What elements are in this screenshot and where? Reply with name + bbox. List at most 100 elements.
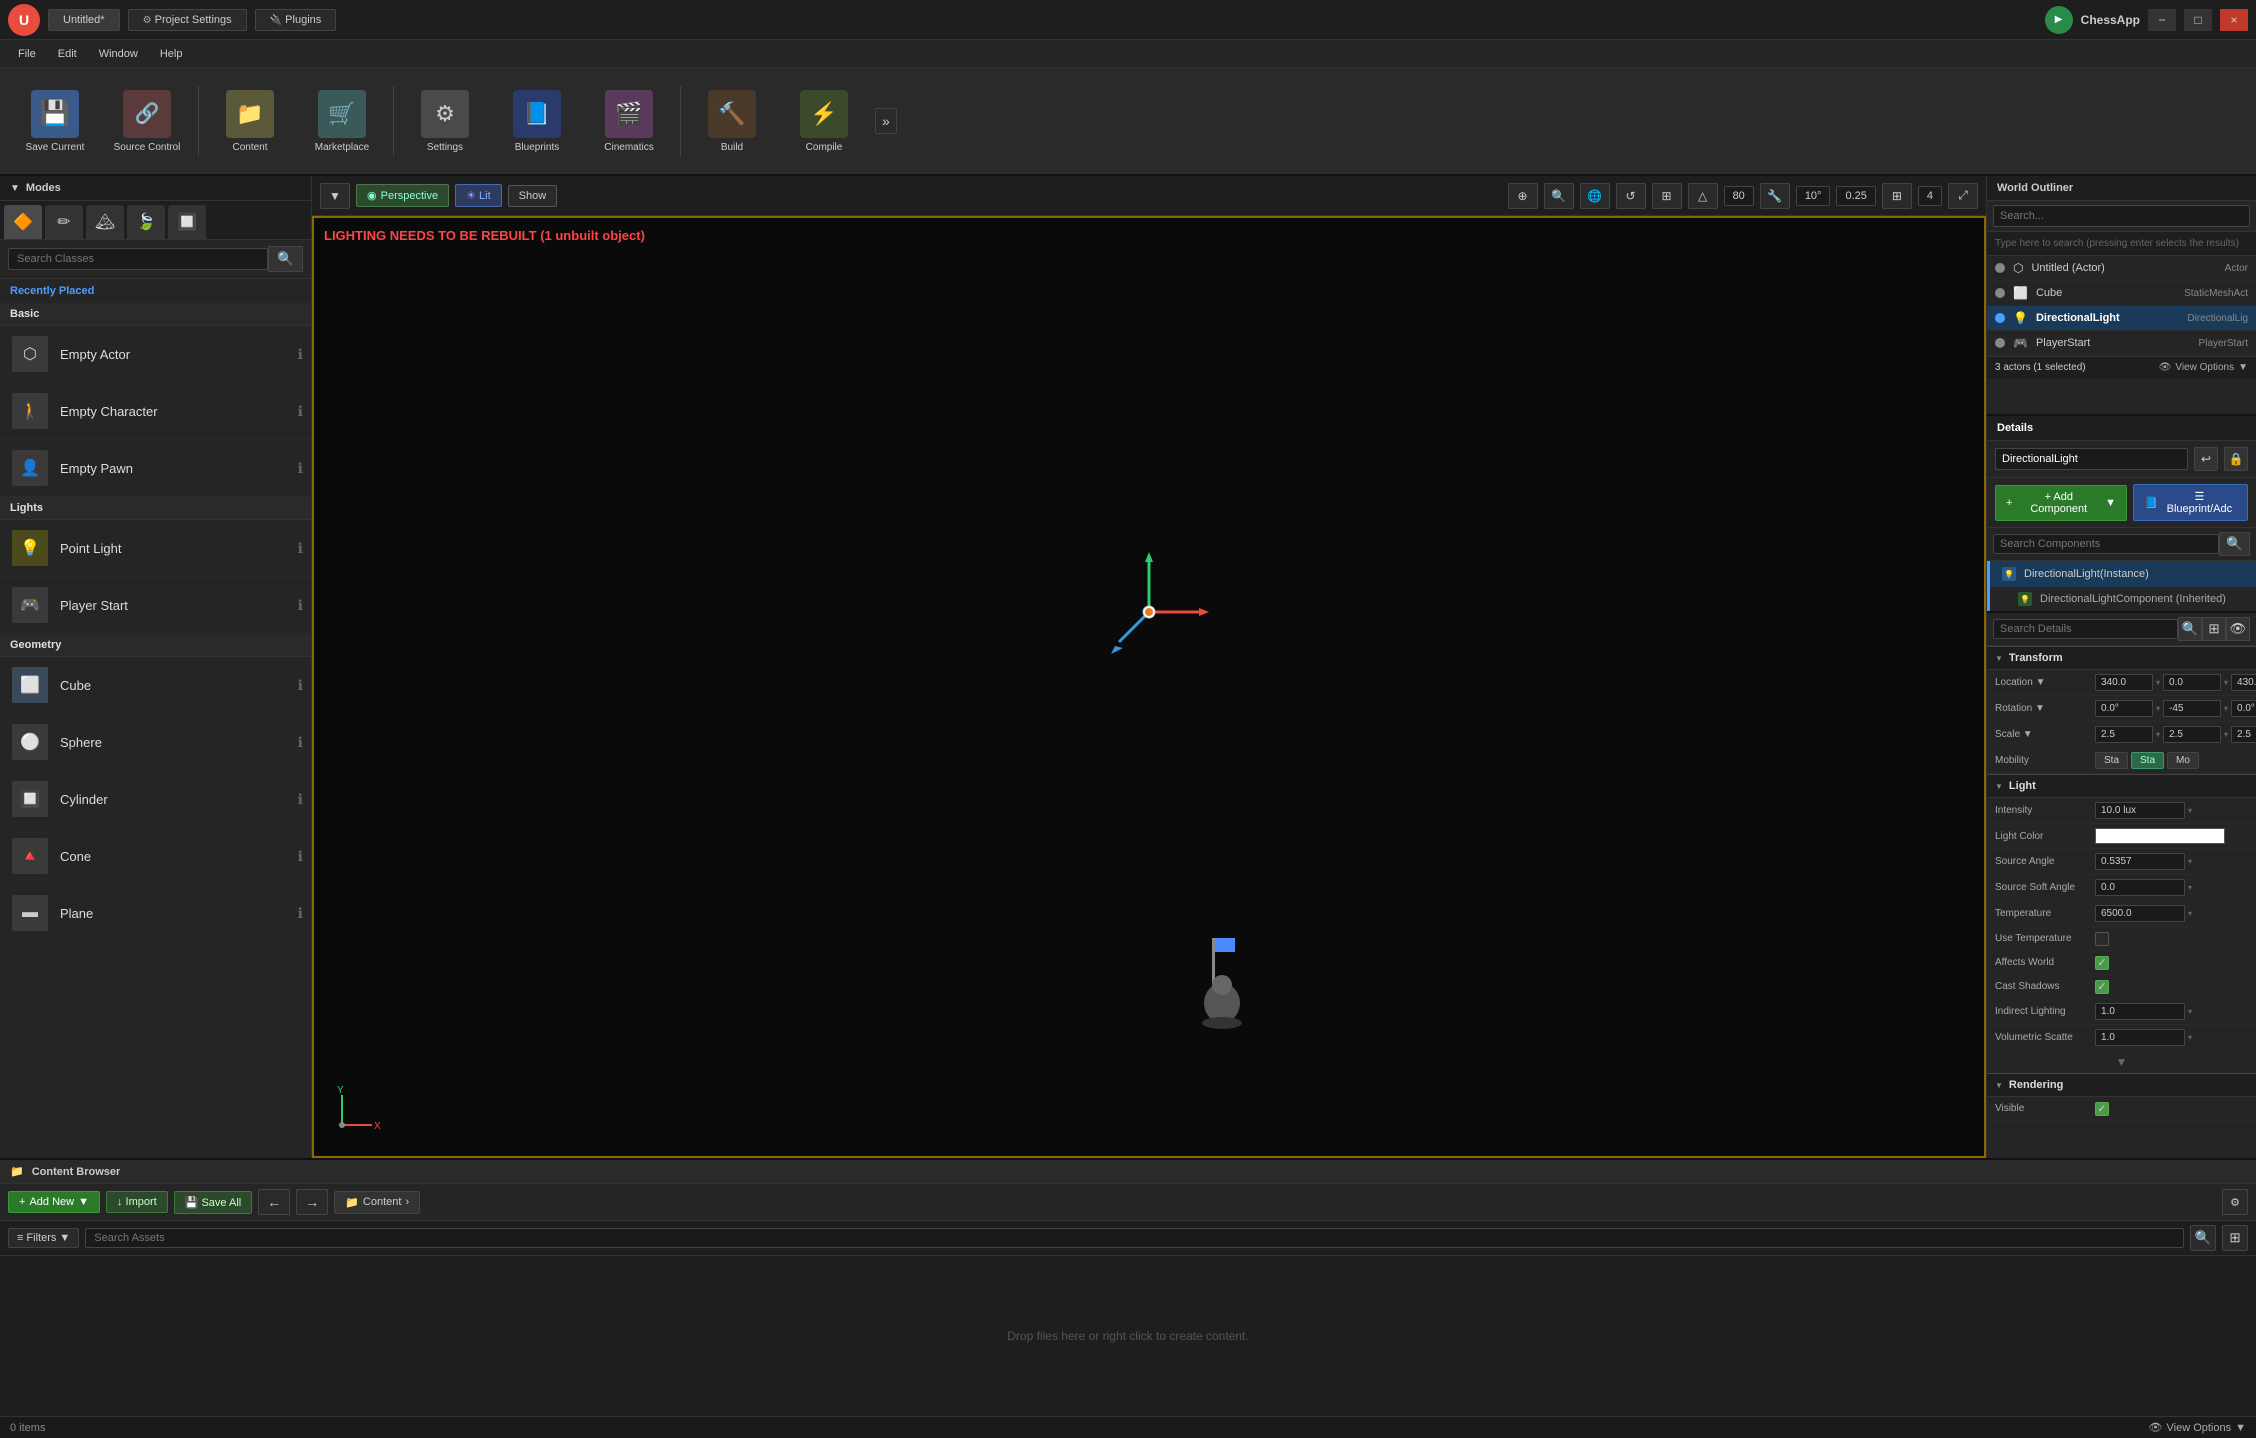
vp-icon-2[interactable]: 🔍	[1544, 183, 1574, 209]
mobility-static-button[interactable]: Sta	[2095, 752, 2128, 769]
build-button[interactable]: 🔨 Build	[687, 76, 777, 166]
content-button[interactable]: 📁 Content	[205, 76, 295, 166]
maximize-button[interactable]: □	[2184, 9, 2212, 31]
search-components-button[interactable]: 🔍	[2219, 532, 2250, 556]
menu-help[interactable]: Help	[150, 44, 193, 64]
cinematics-button[interactable]: 🎬 Cinematics	[584, 76, 674, 166]
more-toolbar-button[interactable]: »	[875, 108, 897, 134]
tab-plugins[interactable]: 🔌 Plugins	[255, 9, 337, 31]
scale-y-input[interactable]	[2163, 726, 2221, 743]
filters-button[interactable]: ≡ Filters ▼	[8, 1228, 79, 1248]
compile-button[interactable]: ⚡ Compile	[779, 76, 869, 166]
scale-z-input[interactable]	[2231, 726, 2256, 743]
search-components-input[interactable]	[1993, 534, 2219, 554]
nav-back-button[interactable]: ←	[258, 1189, 290, 1215]
viewport-canvas[interactable]: LIGHTING NEEDS TO BE REBUILT (1 unbuilt …	[312, 216, 1986, 1158]
mobility-stationary-button[interactable]: Sta	[2131, 752, 2164, 769]
list-item[interactable]: ⬜ Cube ℹ	[0, 657, 311, 714]
list-item[interactable]: 👤 Empty Pawn ℹ	[0, 440, 311, 497]
outliner-item-directional-light[interactable]: 💡 DirectionalLight DirectionalLig	[1987, 306, 2256, 331]
viewport-maximize-button[interactable]: ⤢	[1948, 183, 1978, 209]
add-component-button[interactable]: + + Add Component ▼	[1995, 485, 2127, 521]
vp-icon-5[interactable]: ⊞	[1652, 183, 1682, 209]
list-item[interactable]: ▬ Plane ℹ	[0, 885, 311, 942]
details-eye-button[interactable]: 👁	[2226, 617, 2250, 641]
rendering-section-header[interactable]: ▼ Rendering	[1987, 1073, 2256, 1097]
location-x-input[interactable]	[2095, 674, 2153, 691]
tab-untitled[interactable]: Untitled*	[48, 9, 120, 31]
menu-window[interactable]: Window	[89, 44, 148, 64]
search-assets-input[interactable]	[85, 1228, 2184, 1248]
nav-forward-button[interactable]: →	[296, 1189, 328, 1215]
outliner-search-input[interactable]	[1993, 205, 2250, 227]
visible-checkbox[interactable]: ✓	[2095, 1102, 2109, 1116]
cast-shadows-checkbox[interactable]: ✓	[2095, 980, 2109, 994]
tab-project-settings[interactable]: ⚙ Project Settings	[128, 9, 247, 31]
mode-tab-landscape[interactable]: 🏔	[86, 205, 124, 239]
search-classes-button[interactable]: 🔍	[268, 246, 303, 272]
details-grid-button[interactable]: ⊞	[2202, 617, 2226, 641]
details-reset-button[interactable]: ↩	[2194, 447, 2218, 471]
import-button[interactable]: ↓ Import	[106, 1191, 168, 1213]
location-z-input[interactable]	[2231, 674, 2256, 691]
location-y-input[interactable]	[2163, 674, 2221, 691]
list-item[interactable]: 🔺 Cone ℹ	[0, 828, 311, 885]
blueprint-button[interactable]: 📘 ☰ Blueprint/Adc	[2133, 484, 2248, 521]
details-tab[interactable]: Details	[1987, 416, 2256, 441]
list-item[interactable]: ⬡ Empty Actor ℹ	[0, 326, 311, 383]
close-button[interactable]: ×	[2220, 9, 2248, 31]
search-details-button[interactable]: 🔍	[2178, 617, 2202, 641]
outliner-item-cube[interactable]: ⬜ Cube StaticMeshAct	[1987, 281, 2256, 306]
mode-tab-foliage[interactable]: 🍃	[127, 205, 165, 239]
rotation-y-input[interactable]	[2163, 700, 2221, 717]
source-angle-input[interactable]	[2095, 853, 2185, 870]
indirect-lighting-input[interactable]	[2095, 1003, 2185, 1020]
transform-section-header[interactable]: ▼ Transform	[1987, 646, 2256, 670]
mode-tab-geometry[interactable]: 🔲	[168, 205, 206, 239]
minimize-button[interactable]: −	[2148, 9, 2176, 31]
details-lock-button[interactable]: 🔒	[2224, 447, 2248, 471]
component-item-inherited[interactable]: 💡 DirectionalLightComponent (Inherited)	[1990, 587, 2256, 611]
use-temperature-checkbox[interactable]	[2095, 932, 2109, 946]
vp-icon-6[interactable]: △	[1688, 183, 1718, 209]
list-item[interactable]: 🎮 Player Start ℹ	[0, 577, 311, 634]
mode-tab-paint[interactable]: ✏	[45, 205, 83, 239]
view-options-button[interactable]: 👁 View Options ▼	[2159, 362, 2248, 373]
perspective-button[interactable]: ◉ Perspective	[356, 184, 449, 207]
cb-view-toggle-button[interactable]: ⊞	[2222, 1225, 2248, 1251]
search-details-input[interactable]	[1993, 619, 2178, 639]
lit-button[interactable]: ☀ Lit	[455, 184, 502, 207]
vp-icon-1[interactable]: ⊕	[1508, 183, 1538, 209]
rotation-z-input[interactable]	[2231, 700, 2256, 717]
vp-icon-3[interactable]: 🌐	[1580, 183, 1610, 209]
rotation-x-input[interactable]	[2095, 700, 2153, 717]
list-item[interactable]: 🚶 Empty Character ℹ	[0, 383, 311, 440]
save-all-button[interactable]: 💾 Save All	[174, 1191, 253, 1214]
scale-x-input[interactable]	[2095, 726, 2153, 743]
blueprints-button[interactable]: 📘 Blueprints	[492, 76, 582, 166]
viewport-options-button[interactable]: ▼	[320, 183, 350, 209]
temperature-input[interactable]	[2095, 905, 2185, 922]
search-classes-input[interactable]	[8, 248, 268, 270]
category-basic[interactable]: Basic	[0, 303, 311, 326]
mode-tab-place[interactable]: 🔶	[4, 205, 42, 239]
list-item[interactable]: 🔲 Cylinder ℹ	[0, 771, 311, 828]
outliner-item-untitled[interactable]: ⬡ Untitled (Actor) Actor	[1987, 256, 2256, 281]
vp-icon-8[interactable]: ⊞	[1882, 183, 1912, 209]
menu-edit[interactable]: Edit	[48, 44, 87, 64]
list-item[interactable]: 💡 Point Light ℹ	[0, 520, 311, 577]
cb-settings-button[interactable]: ⚙	[2222, 1189, 2248, 1215]
intensity-input[interactable]	[2095, 802, 2185, 819]
recently-placed-label[interactable]: Recently Placed	[0, 279, 311, 303]
category-geometry[interactable]: Geometry	[0, 634, 311, 657]
details-name-input[interactable]	[1995, 448, 2188, 470]
light-section-header[interactable]: ▼ Light	[1987, 774, 2256, 798]
category-lights[interactable]: Lights	[0, 497, 311, 520]
settings-button[interactable]: ⚙ Settings	[400, 76, 490, 166]
search-assets-button[interactable]: 🔍	[2190, 1225, 2216, 1251]
cb-view-options-button[interactable]: 👁 View Options ▼	[2149, 1421, 2246, 1434]
list-item[interactable]: ⚪ Sphere ℹ	[0, 714, 311, 771]
content-path[interactable]: 📁 Content ›	[334, 1191, 420, 1214]
volumetric-scatter-input[interactable]	[2095, 1029, 2185, 1046]
affects-world-checkbox[interactable]: ✓	[2095, 956, 2109, 970]
